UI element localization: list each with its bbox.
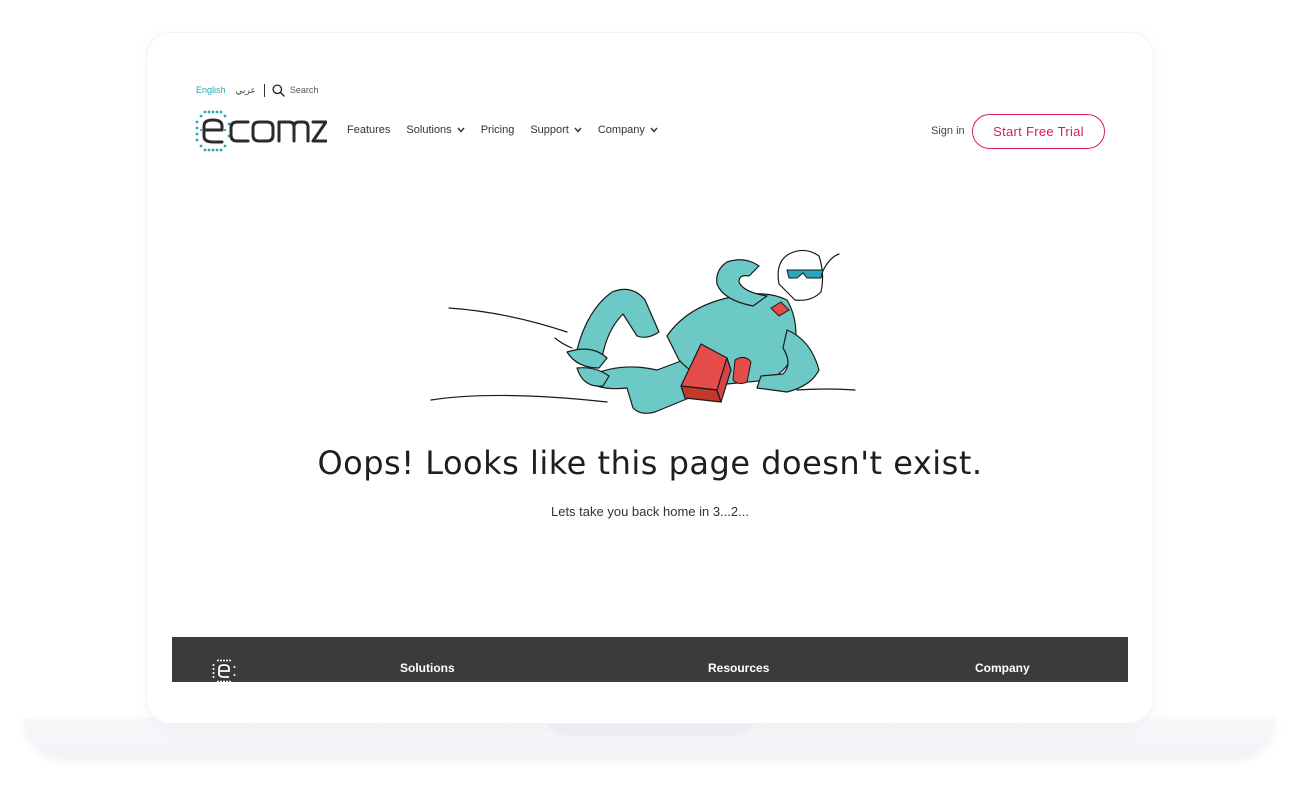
browser-viewport: English عربي Search Features Solutions P…	[172, 62, 1128, 682]
divider	[263, 83, 265, 97]
start-free-trial-button[interactable]: Start Free Trial	[972, 114, 1105, 149]
footer: Solutions Resources Company	[172, 637, 1128, 682]
footer-solutions-heading: Solutions	[400, 661, 455, 675]
footer-resources-heading: Resources	[708, 661, 770, 675]
brand-logo[interactable]	[195, 110, 328, 159]
nav-support[interactable]: Support	[530, 124, 582, 136]
chevron-down-icon	[457, 127, 465, 133]
nav-pricing-label: Pricing	[480, 124, 515, 136]
nav-solutions[interactable]: Solutions	[406, 124, 465, 136]
footer-company-heading: Company	[975, 661, 1030, 675]
language-arabic-link[interactable]: عربي	[236, 85, 256, 96]
chevron-down-icon	[574, 127, 582, 133]
nav-support-label: Support	[530, 124, 569, 136]
footer-logo-icon[interactable]	[212, 659, 236, 682]
nav-features[interactable]: Features	[347, 124, 390, 136]
language-english-link[interactable]: English	[196, 85, 226, 95]
search-button[interactable]: Search	[272, 83, 319, 97]
search-icon	[272, 83, 285, 97]
nav-company-label: Company	[597, 124, 645, 136]
error-headline: Oops! Looks like this page doesn't exist…	[317, 444, 983, 482]
main-nav: Features Solutions Pricing Support Compa…	[347, 124, 674, 136]
nav-features-label: Features	[347, 124, 391, 136]
utility-bar: English عربي Search	[196, 82, 318, 98]
nav-company[interactable]: Company	[598, 124, 658, 136]
lounging-figure-illustration	[430, 249, 856, 414]
chevron-down-icon	[650, 127, 658, 133]
nav-pricing[interactable]: Pricing	[481, 124, 515, 136]
redirect-countdown-text: Lets take you back home in 3...2...	[550, 504, 749, 519]
search-label: Search	[289, 85, 319, 95]
signin-link[interactable]: Sign in	[931, 125, 965, 137]
nav-solutions-label: Solutions	[406, 124, 452, 136]
